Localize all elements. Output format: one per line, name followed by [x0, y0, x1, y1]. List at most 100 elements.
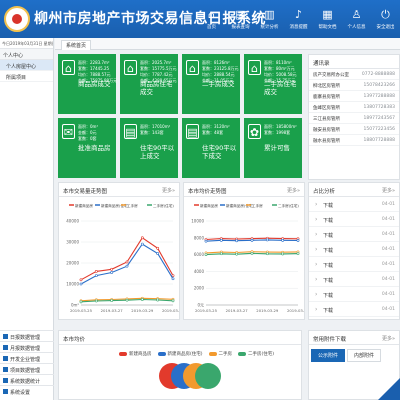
share-row[interactable]: 下载 04-01 — [309, 197, 399, 212]
stat-tile[interactable]: ⌂ 面积：2283.7m² 套数：17445.25 均价：7888.57元 金额：758… — [58, 54, 117, 114]
data-point — [79, 278, 83, 282]
y-tick-label: 40000 — [66, 219, 79, 224]
top-nav-item-0[interactable]: ⌂ 首页 — [197, 0, 226, 38]
share-row[interactable]: 下载 04-01 — [309, 242, 399, 257]
data-point — [219, 252, 223, 256]
sidebar-module-developer[interactable]: 开发企业管理 — [0, 352, 54, 363]
gear-icon: ✿ — [248, 124, 261, 139]
volume-line-chart: 新建商品房 新建商品房(住宅)二手房 二手房(住宅)0m²1000020000300… — [66, 203, 179, 313]
share-row-date: 04-01 — [381, 217, 395, 222]
legend-label: 新建商品房 — [200, 203, 218, 208]
legend-swatch — [157, 351, 166, 356]
share-row-date: 04-01 — [381, 262, 395, 267]
top-nav-item-5[interactable]: ♙ 个人信息 — [342, 0, 371, 38]
avg-price-series-mark — [195, 363, 221, 389]
sidebar-group-personal[interactable]: 个人中心 — [0, 49, 53, 60]
top-nav-item-6[interactable]: ⏻ 安全退出 — [371, 0, 400, 38]
contact-row[interactable]: 融水县房管所 18807728888 — [309, 135, 399, 146]
avg-price-title: 本市均价 — [59, 331, 301, 345]
page-curl-decoration — [378, 378, 400, 400]
sidebar-item-projects[interactable]: 所属项目 — [0, 71, 53, 82]
tab-internal-attachments[interactable]: 内部附件 — [347, 349, 382, 362]
top-nav-label: 报表查询 — [231, 24, 250, 30]
house-icon: ⌂ — [186, 60, 199, 75]
price-chart-more-link[interactable]: 更多» — [287, 187, 300, 194]
share-row[interactable]: 下载 04-01 — [309, 212, 399, 227]
stat-tile[interactable]: ✿ 面积：185800m² 套数：1998套 累计可售 — [244, 118, 302, 178]
data-point — [125, 298, 129, 302]
data-point — [94, 270, 98, 273]
contact-row[interactable]: 融安县房管所 15077223456 — [309, 124, 399, 135]
contact-name: 融水县房管所 — [313, 139, 340, 144]
data-point — [110, 299, 114, 302]
tile-stats: 面积：17010m² 套数：143套 — [140, 124, 170, 136]
top-nav-item-1[interactable]: ▤ 报表查询 — [226, 0, 255, 38]
contact-name: 鱼峰区房管所 — [313, 106, 340, 111]
home-icon: ⌂ — [208, 7, 215, 21]
legend-label: 新建商品房 — [129, 352, 152, 357]
sidebar-module-project[interactable]: 项目数据管理 — [0, 363, 54, 374]
top-nav-item-3[interactable]: ♪ 消息提醒 — [284, 0, 313, 38]
share-row-label: 下载 — [323, 248, 334, 254]
tile-stats: 面积：0m² 金额：0元 套数：0套 — [78, 124, 98, 142]
price-line-chart: 新建商品房 新建商品房(住宅)二手房 二手房(住宅)0元20004000600080… — [191, 203, 304, 313]
top-nav-item-2[interactable]: ▥ 统计分析 — [255, 0, 284, 38]
top-nav-item-4[interactable]: ▦ 帮助文档 — [313, 0, 342, 38]
top-nav: ⌂ 首页 ▤ 报表查询 ▥ 统计分析 ♪ 消息提醒 ▦ 帮助文档 ♙ 个人信息 ⏻ 安全退出 — [197, 0, 400, 38]
y-tick-label: 0m² — [71, 303, 79, 308]
contact-phone: 0772-8888888 — [361, 72, 395, 77]
book-icon: ▦ — [322, 7, 333, 21]
stat-tile[interactable]: ⌂ 面积：2025.7m² 套数：15775.5万元 均价：7787.42元 金额：42… — [120, 54, 178, 114]
stat-tile[interactable]: ⌂ 面积：8126m² 套数：23125.8万元 均价：2888.54元 金额：31.0… — [182, 54, 240, 114]
volume-chart-more-link[interactable]: 更多» — [162, 187, 175, 194]
tile-name: 商品房住宅成交 — [140, 80, 173, 96]
data-point — [171, 277, 175, 281]
stat-tile[interactable]: ⌂ 面积：8110m² 套数：80m²万元 均价：5008.58元 金额：15.75万元… — [244, 54, 302, 114]
share-row[interactable]: 下载 04-01 — [309, 227, 399, 242]
legend-label: 二手房 — [218, 352, 233, 357]
stat-tile[interactable]: ▤ 面积：3120m² 套数：48套 住宅90平以下成交 — [182, 118, 240, 178]
sidebar-module-daily[interactable]: 日报数据管理 — [0, 330, 54, 341]
contact-row[interactable]: 房产交易所办公室 0772-8888888 — [309, 69, 399, 80]
tile-stats: 面积：3120m² 套数：48套 — [202, 124, 230, 136]
share-row-date: 04-01 — [381, 202, 395, 207]
data-point — [250, 238, 254, 242]
share-row-label: 下载 — [323, 218, 334, 224]
top-nav-label: 帮助文档 — [318, 24, 337, 30]
data-point — [94, 274, 98, 278]
downloads-more-link[interactable]: 更多» — [382, 335, 395, 342]
tab-public-attachments[interactable]: 公示附件 — [311, 349, 346, 362]
y-tick-label: 30000 — [66, 240, 79, 245]
stat-tile[interactable]: ▤ 面积：17010m² 套数：143套 住宅90平以上成交 — [120, 118, 178, 178]
contact-row[interactable]: 三江县房管所 18977243567 — [309, 113, 399, 124]
tile-name: 住宅90平以下成交 — [202, 144, 237, 160]
sidebar-module-settings[interactable]: 系统设置 — [0, 385, 54, 396]
sidebar-module-stats[interactable]: 系统数据统计 — [0, 374, 54, 385]
contact-row[interactable]: 鹿寨县房管所 13977288888 — [309, 91, 399, 102]
share-row-label: 下载 — [323, 278, 334, 284]
sidebar-item-personal-center[interactable]: 个人房屋中心 — [0, 60, 53, 71]
legend-label: 二手房(住宅) — [248, 352, 275, 357]
share-row[interactable]: 下载 04-01 — [309, 272, 399, 287]
share-row-date: 04-01 — [381, 247, 395, 252]
data-point — [281, 252, 285, 256]
share-more-link[interactable]: 更多» — [382, 187, 395, 194]
mail-icon: ✉ — [62, 124, 75, 139]
share-row[interactable]: 下载 04-01 — [309, 287, 399, 302]
x-tick-label: 2019-03-31 — [162, 308, 179, 313]
share-row[interactable]: 下载 04-01 — [309, 257, 399, 272]
top-nav-label: 统计分析 — [260, 24, 279, 30]
y-tick-label: 0元 — [197, 303, 204, 308]
sidebar-module-monthly[interactable]: 月报数据管理 — [0, 341, 54, 352]
x-tick-label: 2019-03-29 — [256, 308, 279, 313]
legend-swatch — [238, 351, 247, 356]
stat-tile[interactable]: ✉ 面积：0m² 金额：0元 套数：0套 批准商品房 — [58, 118, 116, 178]
tab-home[interactable]: 系统首页 — [61, 40, 92, 50]
clipboard-icon: ▤ — [124, 124, 137, 139]
contact-phone: 18807728888 — [363, 138, 396, 143]
contact-row[interactable]: 柳北区房管所 15078423266 — [309, 80, 399, 91]
tile-name: 累计可售 — [264, 144, 290, 152]
contact-phone: 15078423266 — [363, 83, 396, 88]
contact-row[interactable]: 鱼峰区房管所 13807728383 — [309, 102, 399, 113]
share-row[interactable]: 下载 04-01 — [309, 302, 399, 317]
